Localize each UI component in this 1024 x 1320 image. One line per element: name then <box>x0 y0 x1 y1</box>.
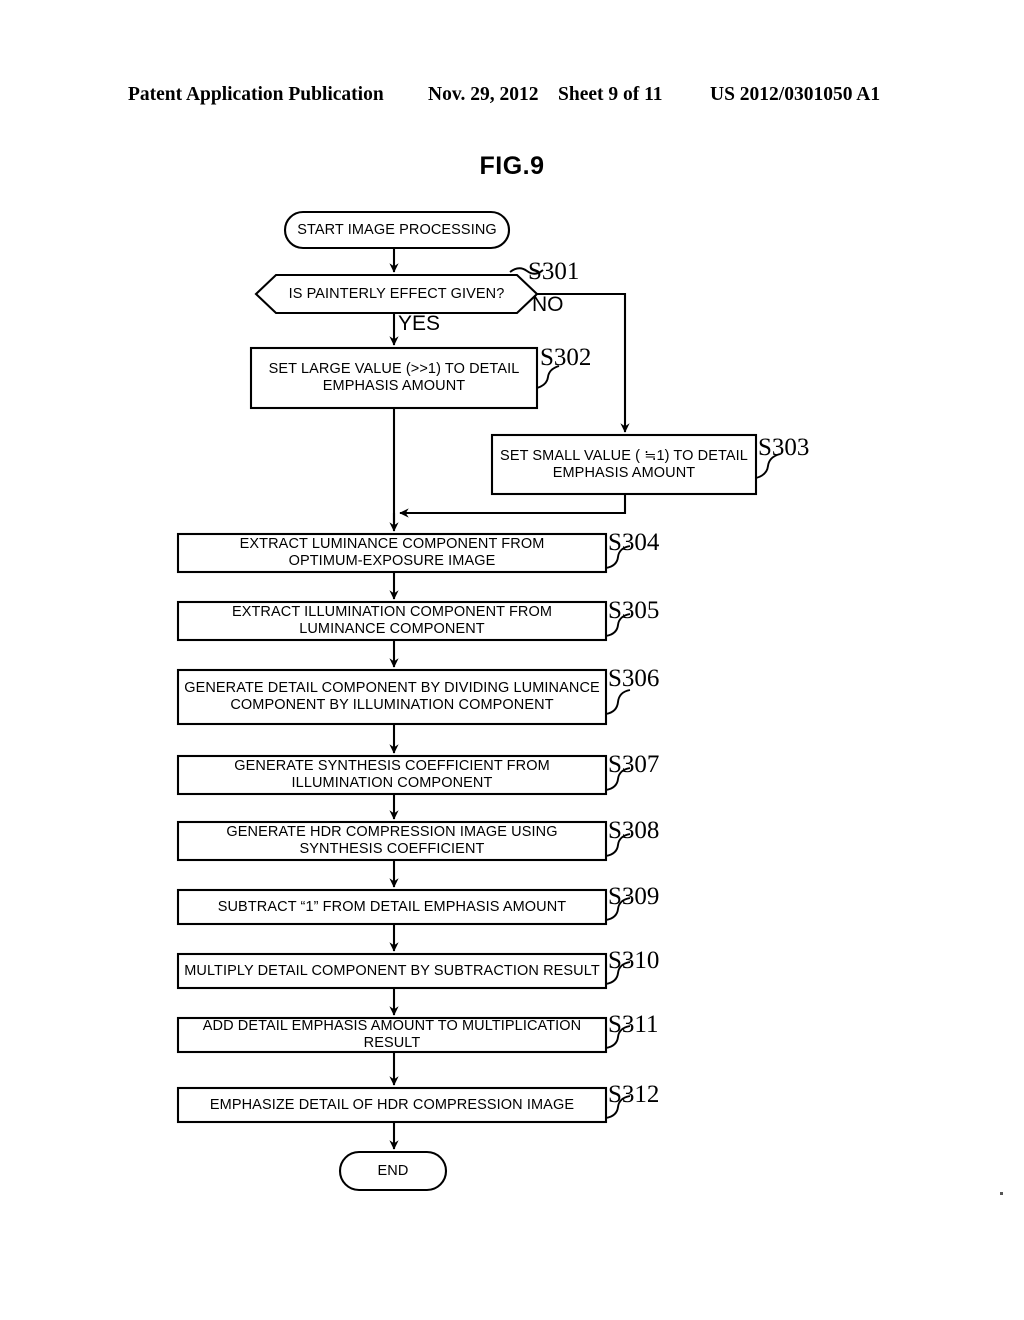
scan-artifact-dot <box>1000 1192 1003 1195</box>
start-terminal-shape <box>283 210 511 250</box>
flowchart: START IMAGE PROCESSING IS PAINTERLY EFFE… <box>0 0 1024 1320</box>
step-s310-shape <box>176 952 608 990</box>
step-ref-s311: S311 <box>608 1011 659 1038</box>
step-ref-s310: S310 <box>608 947 660 974</box>
step-s304-shape <box>176 532 608 574</box>
branch-label-no: NO <box>532 293 564 316</box>
step-s311-shape <box>176 1016 608 1054</box>
step-s309-shape <box>176 888 608 926</box>
step-ref-s302: S302 <box>540 344 592 371</box>
leader-s306 <box>605 689 631 715</box>
step-ref-s304: S304 <box>608 529 660 556</box>
patent-figure-page: Patent Application Publication Nov. 29, … <box>0 0 1024 1320</box>
step-ref-s308: S308 <box>608 817 660 844</box>
step-s305-shape <box>176 600 608 642</box>
step-ref-s305: S305 <box>608 597 660 624</box>
step-ref-s301: S301 <box>528 258 580 285</box>
step-s312-shape <box>176 1086 608 1124</box>
step-s306-shape <box>176 668 608 726</box>
step-s308-shape <box>176 820 608 862</box>
step-ref-s303: S303 <box>758 434 810 461</box>
step-s307-shape <box>176 754 608 796</box>
flowchart-graphics <box>176 210 781 1192</box>
step-ref-s312: S312 <box>608 1081 660 1108</box>
step-ref-s307: S307 <box>608 751 660 778</box>
branch-label-yes: YES <box>398 312 441 335</box>
step-ref-s309: S309 <box>608 883 660 910</box>
step-s303-shape <box>490 433 758 496</box>
step-s302-shape <box>249 346 539 410</box>
step-ref-s306: S306 <box>608 665 660 692</box>
decision-shape <box>254 273 539 315</box>
end-terminal-shape <box>338 1150 448 1192</box>
